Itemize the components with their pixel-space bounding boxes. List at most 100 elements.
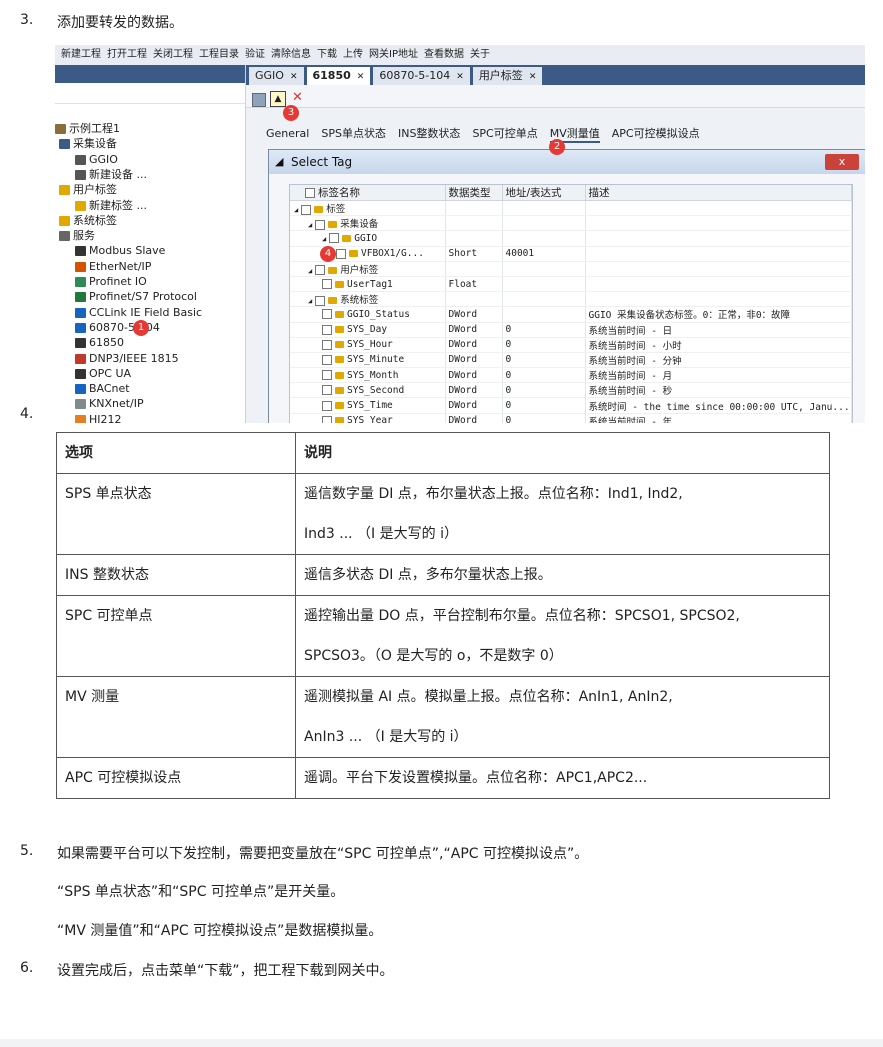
- document-tab[interactable]: 61850 ✕: [306, 67, 371, 85]
- row-checkbox[interactable]: [336, 248, 346, 259]
- row-checkbox[interactable]: [322, 324, 332, 335]
- table-row[interactable]: ◢ 系统标签: [290, 291, 852, 308]
- cell-desc: 系统当前时间 - 月: [585, 367, 852, 384]
- tree-item[interactable]: HJ212: [75, 413, 122, 423]
- table-row[interactable]: SYS_Year DWord 0 系统当前时间 - 年: [290, 413, 852, 423]
- row-checkbox[interactable]: [322, 415, 332, 423]
- toolbar-item[interactable]: 关于: [470, 45, 490, 65]
- table-row[interactable]: ◢ 标签: [290, 200, 852, 217]
- tree-item[interactable]: CCLink IE Field Basic: [75, 306, 202, 320]
- row-checkbox[interactable]: [322, 354, 332, 365]
- document-tabs: GGIO ✕ 61850 ✕ 60870-5-104 ✕ 用户标签 ✕: [246, 65, 865, 85]
- expand-icon[interactable]: ◢: [294, 206, 298, 214]
- document-tab[interactable]: 用户标签 ✕: [472, 67, 543, 85]
- options-body: SPS 单点状态 遥信数字量 DI 点，布尔量状态上报。点位名称：Ind1, In…: [56, 473, 830, 799]
- tag-name: 系统标签: [340, 295, 379, 307]
- tree-item[interactable]: Modbus Slave: [75, 244, 165, 258]
- tree-item-label: HJ212: [89, 412, 122, 423]
- page-tab[interactable]: APC可控模拟设点: [612, 125, 700, 141]
- toolbar-item[interactable]: 网关IP地址: [369, 45, 418, 65]
- expand-icon[interactable]: ◢: [308, 297, 312, 305]
- document-tab[interactable]: 60870-5-104 ✕: [373, 67, 470, 85]
- page-tab[interactable]: General: [266, 127, 309, 140]
- document-tab-label: 60870-5-104: [379, 69, 451, 82]
- row-checkbox[interactable]: [315, 265, 326, 276]
- table-row[interactable]: SYS_Minute DWord 0 系统当前时间 - 分钟: [290, 352, 852, 369]
- row-checkbox[interactable]: [329, 233, 340, 244]
- close-icon[interactable]: ✕: [529, 72, 537, 82]
- close-icon[interactable]: ✕: [357, 72, 365, 82]
- tree-item[interactable]: 采集设备: [59, 137, 117, 151]
- page-tab[interactable]: SPC可控单点: [472, 125, 537, 141]
- tree-item[interactable]: 新建标签 ...: [75, 199, 147, 213]
- tree-item[interactable]: 用户标签: [59, 183, 117, 197]
- row-checkbox[interactable]: [322, 385, 332, 396]
- table-row[interactable]: GGIO_Status DWord GGIO 采集设备状态标签。0：正常，非0：故障: [290, 306, 852, 323]
- save-icon[interactable]: [252, 93, 266, 107]
- row-checkbox[interactable]: [322, 370, 332, 381]
- toolbar-item[interactable]: 关闭工程: [153, 45, 193, 65]
- step-text: 如果需要平台可以下发控制，需要把变量放在“SPC 可控单点”,“APC 可控模拟…: [57, 846, 589, 862]
- close-icon[interactable]: ✕: [290, 72, 298, 82]
- toolbar-item[interactable]: 新建工程: [61, 45, 101, 65]
- tree-item[interactable]: GGIO: [75, 153, 118, 167]
- tag-icon: [328, 266, 338, 274]
- step-number: 3.: [20, 12, 34, 28]
- table-row[interactable]: UserTag1 Float: [290, 276, 852, 293]
- cell-desc: 系统当前时间 - 小时: [585, 337, 852, 353]
- tree-item[interactable]: OPC UA: [75, 367, 131, 381]
- table-row[interactable]: SYS_Hour DWord 0 系统当前时间 - 小时: [290, 337, 852, 353]
- description-line: 遥测模拟量 AI 点。模拟量上报。点位名称：AnIn1, AnIn2,: [304, 689, 673, 705]
- delete-icon[interactable]: ✕: [292, 90, 303, 105]
- tag-grid: 标签名称 数据类型 地址/表达式 描述 ◢ 标签 ◢ 采集设备 ◢ GGIO VFBOX1/G..…: [289, 184, 853, 423]
- cell-type: DWord: [445, 382, 503, 399]
- close-icon[interactable]: ✕: [456, 72, 464, 82]
- tag-name: SYS_Day: [347, 324, 388, 336]
- toolbar-item[interactable]: 验证: [245, 45, 265, 65]
- tree-item[interactable]: Profinet IO: [75, 275, 147, 289]
- document-tab[interactable]: GGIO ✕: [249, 67, 304, 85]
- row-checkbox[interactable]: [322, 339, 332, 350]
- expand-icon[interactable]: ◢: [308, 221, 312, 229]
- tree-item[interactable]: Profinet/S7 Protocol: [75, 290, 197, 304]
- row-checkbox[interactable]: [322, 400, 332, 411]
- tree-item[interactable]: 系统标签: [59, 214, 117, 228]
- step-number: 4.: [20, 406, 34, 422]
- toolbar-item[interactable]: 查看数据: [424, 45, 464, 65]
- add-tag-icon[interactable]: ▲: [270, 91, 286, 107]
- close-button[interactable]: x: [825, 154, 859, 170]
- table-row[interactable]: SYS_Day DWord 0 系统当前时间 - 日: [290, 322, 852, 338]
- tree-item[interactable]: DNP3/IEEE 1815: [75, 352, 179, 366]
- toolbar-item[interactable]: 上传: [343, 45, 363, 65]
- table-row[interactable]: ◢ 用户标签: [290, 261, 852, 277]
- page-tab[interactable]: INS整数状态: [398, 125, 460, 141]
- row-checkbox[interactable]: [315, 295, 326, 306]
- table-row[interactable]: ◢ GGIO: [290, 230, 852, 247]
- row-checkbox[interactable]: [315, 219, 326, 230]
- row-checkbox[interactable]: [301, 204, 312, 215]
- row-checkbox[interactable]: [322, 309, 332, 320]
- row-checkbox[interactable]: [322, 279, 332, 290]
- cclink-icon: [75, 307, 86, 318]
- expand-icon[interactable]: ◢: [308, 267, 312, 275]
- table-row[interactable]: SYS_Time DWord 0 系统时间 - the time since 00:0…: [290, 397, 852, 414]
- toolbar-item[interactable]: 工程目录: [199, 45, 239, 65]
- tree-item[interactable]: 新建设备 ...: [75, 168, 147, 182]
- toolbar-item[interactable]: 清除信息: [271, 45, 311, 65]
- tree-item[interactable]: 服务: [59, 229, 95, 243]
- toolbar-item[interactable]: 打开工程: [107, 45, 147, 65]
- tree-item[interactable]: BACnet: [75, 382, 130, 396]
- table-row[interactable]: SYS_Second DWord 0 系统当前时间 - 秒: [290, 382, 852, 399]
- main-toolbar: 新建工程 打开工程 关闭工程 工程目录 验证 清除信息 下载 上传 网关IP地址 查看数据 关于: [55, 45, 865, 66]
- page-tab[interactable]: SPS单点状态: [321, 125, 386, 141]
- table-row[interactable]: SYS_Month DWord 0 系统当前时间 - 月: [290, 367, 852, 384]
- select-all-checkbox[interactable]: [305, 188, 315, 198]
- tree-item[interactable]: 示例工程1: [55, 122, 120, 136]
- table-row[interactable]: VFBOX1/G... Short 40001: [290, 246, 852, 262]
- tree-item[interactable]: EtherNet/IP: [75, 260, 151, 274]
- tree-item[interactable]: KNXnet/IP: [75, 397, 144, 411]
- toolbar-item[interactable]: 下载: [317, 45, 337, 65]
- table-row[interactable]: ◢ 采集设备: [290, 215, 852, 232]
- expand-icon[interactable]: ◢: [322, 235, 326, 243]
- tree-item[interactable]: 61850: [75, 336, 124, 350]
